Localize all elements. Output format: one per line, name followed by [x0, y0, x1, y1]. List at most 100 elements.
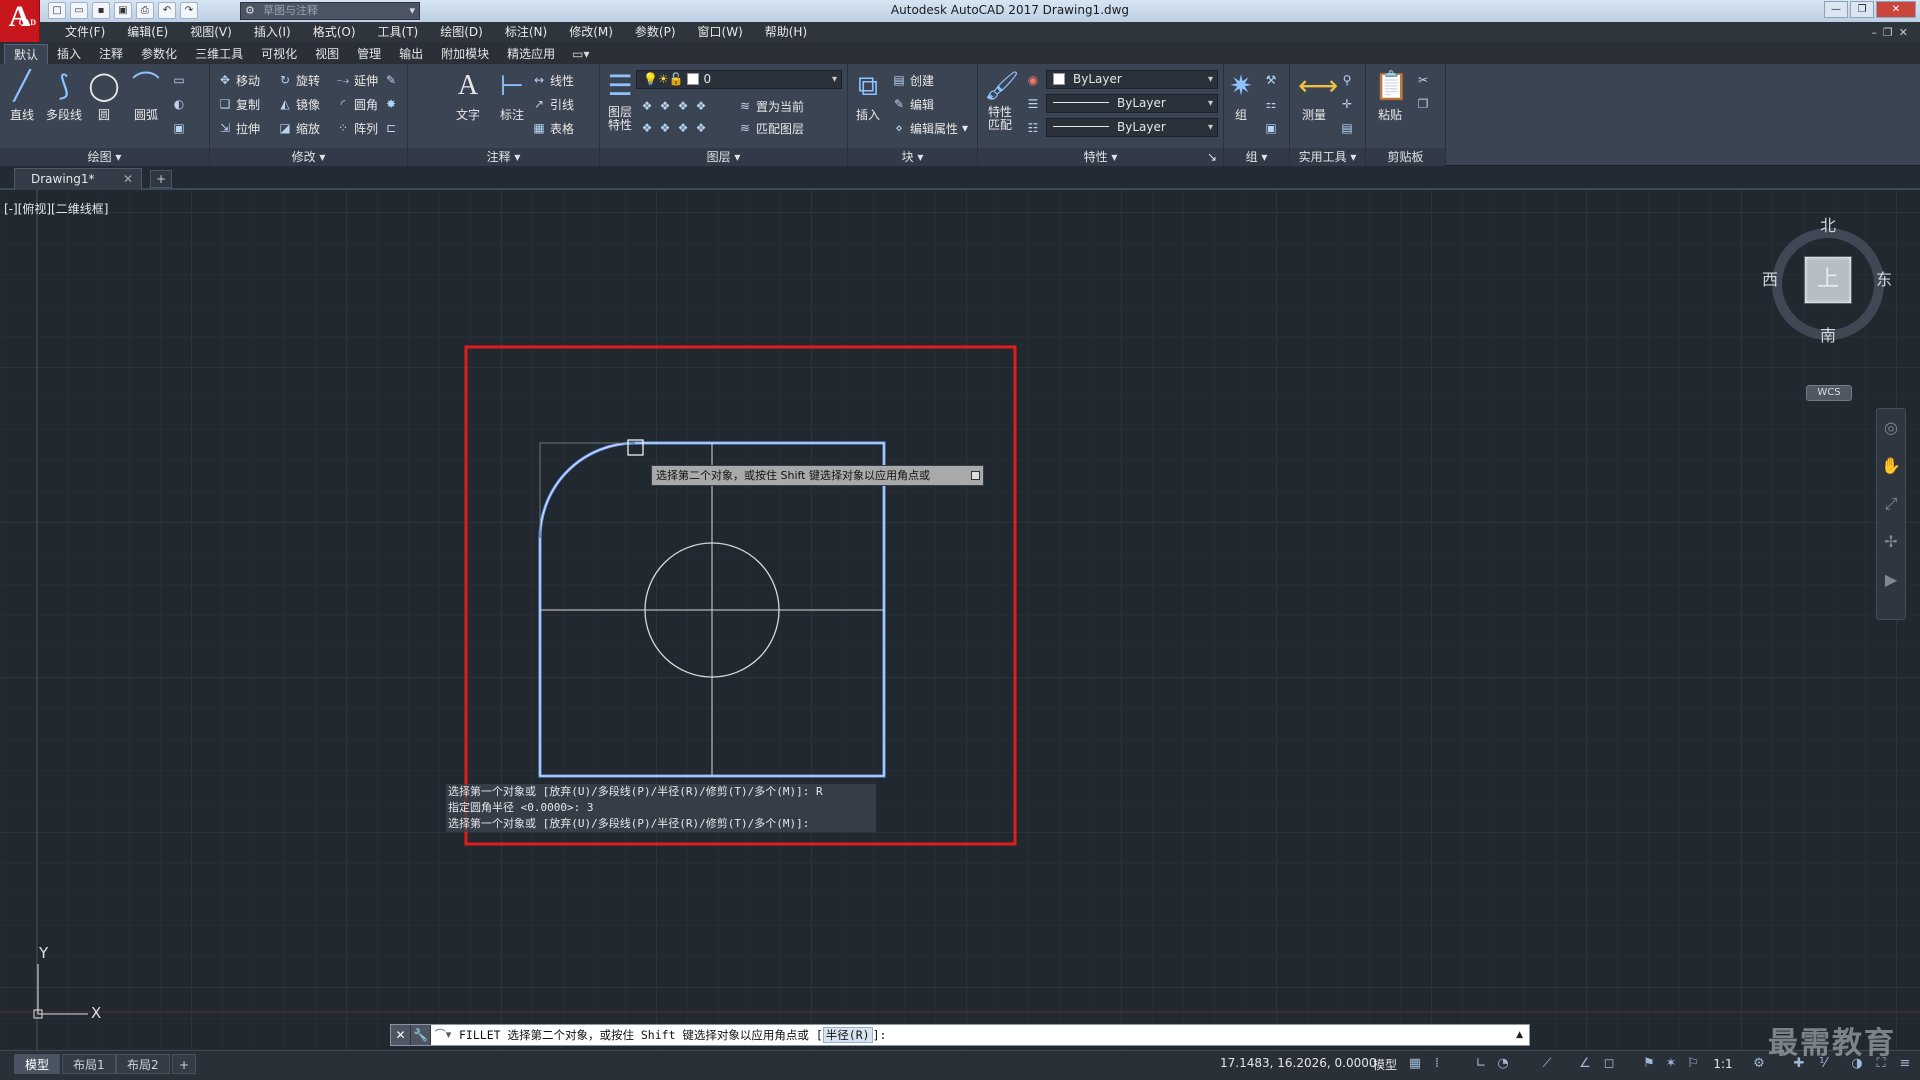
drawing-geometry[interactable]: [0, 190, 1920, 1050]
create-block-button[interactable]: ▤ 创建: [892, 70, 934, 90]
layout-tab-layout2[interactable]: 布局2: [116, 1054, 170, 1074]
ortho-icon[interactable]: ∟: [1472, 1054, 1490, 1074]
layer-tools-row1[interactable]: ❖ ❖ ❖ ❖: [640, 96, 708, 116]
tooltip-options-icon[interactable]: [971, 471, 980, 480]
steering-wheel-icon[interactable]: ◎: [1877, 409, 1905, 447]
stretch-button[interactable]: ⇲ 拉伸: [218, 118, 260, 138]
compass-west[interactable]: 西: [1762, 266, 1778, 290]
annotation-scale-value[interactable]: 1:1: [1708, 1054, 1738, 1074]
panel-annotation-title[interactable]: 注释 ▾: [408, 148, 599, 166]
menu-format[interactable]: 格式(O): [302, 22, 367, 42]
customization-menu-icon[interactable]: ≡: [1896, 1054, 1914, 1074]
menu-parametric[interactable]: 参数(P): [624, 22, 687, 42]
coordinates-display[interactable]: 17.1483, 16.2026, 0.0000: [1220, 1056, 1377, 1070]
lineweight-dropdown[interactable]: ByLayer: [1046, 118, 1218, 137]
properties-launcher-icon[interactable]: ↘: [1207, 148, 1217, 166]
circle-button[interactable]: ◯ 圆: [84, 68, 124, 123]
customize-wrench-icon[interactable]: 🔧: [411, 1025, 431, 1045]
menu-window[interactable]: 窗口(W): [687, 22, 754, 42]
set-current-button[interactable]: ≋ 置为当前: [738, 96, 804, 116]
close-command-line-icon[interactable]: ✕: [391, 1025, 411, 1045]
menu-file[interactable]: 文件(F): [54, 22, 116, 42]
match-properties-button[interactable]: 🖌 特性 匹配: [982, 68, 1020, 132]
tab-insert[interactable]: 插入: [48, 44, 90, 64]
wcs-menu[interactable]: WCS: [1806, 385, 1852, 401]
auto-scale-icon[interactable]: ✶: [1662, 1054, 1680, 1074]
rotate-button[interactable]: ↻ 旋转: [278, 70, 320, 90]
layer-dropdown[interactable]: 💡☀🔓 0: [636, 70, 842, 89]
panel-layers-title[interactable]: 图层 ▾: [600, 148, 847, 166]
object-snap-tracking-icon[interactable]: ∠: [1576, 1054, 1594, 1074]
calculator-button[interactable]: ▤: [1340, 118, 1354, 138]
annotation-scale-icon[interactable]: ⚐: [1684, 1054, 1702, 1074]
edit-block-button[interactable]: ✎ 编辑: [892, 94, 934, 114]
quick-select-button[interactable]: ⚲: [1340, 70, 1354, 90]
layer-properties-button[interactable]: ☰ 图层 特性: [600, 68, 640, 132]
tab-3d-tools[interactable]: 三维工具: [186, 44, 252, 64]
radius-option[interactable]: 半径(R): [822, 1027, 873, 1043]
viewport-controls[interactable]: [-][俯视][二维线框]: [4, 200, 108, 217]
erase-button[interactable]: ✎: [384, 70, 398, 90]
menu-view[interactable]: 视图(V): [179, 22, 243, 42]
tab-annotate[interactable]: 注释: [90, 44, 132, 64]
application-menu-button[interactable]: A CAD: [0, 0, 40, 42]
boundary-button[interactable]: ▣: [172, 118, 186, 138]
minimize-icon[interactable]: —: [1824, 1, 1848, 18]
group-button[interactable]: ✷ 组: [1226, 68, 1256, 123]
linetype-dropdown[interactable]: ByLayer: [1046, 94, 1218, 113]
panel-utilities-title[interactable]: 实用工具 ▾: [1290, 148, 1365, 166]
linetype-icon-btn[interactable]: ☰: [1026, 94, 1040, 114]
array-button[interactable]: ⁘ 阵列: [336, 118, 378, 138]
orbit-icon[interactable]: ✢: [1877, 523, 1905, 561]
menu-dimension[interactable]: 标注(N): [494, 22, 558, 42]
offset-button[interactable]: ⊏: [384, 118, 398, 138]
tab-parametric[interactable]: 参数化: [132, 44, 186, 64]
group-select-button[interactable]: ▣: [1264, 118, 1278, 138]
command-line[interactable]: ✕ 🔧 ⌒▾ FILLET 选择第二个对象，或按住 Shift 键选择对象以应用…: [390, 1024, 1530, 1046]
copy-button[interactable]: ❏ 复制: [218, 94, 260, 114]
new-tab-button[interactable]: +: [150, 170, 172, 188]
linear-button[interactable]: ↔ 线性: [532, 70, 574, 90]
menu-edit[interactable]: 编辑(E): [116, 22, 179, 42]
model-space-button[interactable]: 模型: [1373, 1056, 1397, 1073]
cut-button[interactable]: ✂: [1416, 70, 1430, 90]
restore-icon[interactable]: ❐: [1850, 1, 1874, 18]
layer-tools-row2[interactable]: ❖ ❖ ❖ ❖: [640, 118, 708, 138]
dimension-button[interactable]: ⊢ 标注: [492, 68, 532, 123]
viewcube-top-face[interactable]: 上: [1804, 256, 1852, 304]
measure-button[interactable]: ⟷ 测量: [1294, 68, 1338, 123]
copy-clip-button[interactable]: ❐: [1416, 94, 1430, 114]
compass-south[interactable]: 南: [1820, 322, 1836, 346]
grid-icon[interactable]: ▦: [1406, 1054, 1424, 1074]
mirror-button[interactable]: ◭ 镜像: [278, 94, 320, 114]
leader-button[interactable]: ↗ 引线: [532, 94, 574, 114]
line-button[interactable]: ╱ 直线: [2, 68, 42, 123]
menu-draw[interactable]: 绘图(D): [429, 22, 494, 42]
scale-button[interactable]: ◪ 缩放: [278, 118, 320, 138]
point-id-button[interactable]: ✛: [1340, 94, 1354, 114]
tab-manage[interactable]: 管理: [348, 44, 390, 64]
insert-block-button[interactable]: ⧉ 插入: [848, 68, 888, 123]
workspace-gear-icon[interactable]: ⚙: [1750, 1054, 1768, 1074]
paste-button[interactable]: 📋 粘贴: [1370, 68, 1410, 123]
annotation-visibility-icon[interactable]: ⚑: [1640, 1054, 1658, 1074]
text-button[interactable]: A 文字: [448, 68, 488, 123]
move-button[interactable]: ✥ 移动: [218, 70, 260, 90]
close-tab-icon[interactable]: ✕: [123, 169, 133, 189]
menu-tools[interactable]: 工具(T): [367, 22, 430, 42]
drawing-canvas[interactable]: [-][俯视][二维线框] 上 北 南 东 西 WCS ◎ ✋ ⤢ ✢ ▶ 选择…: [0, 190, 1920, 1050]
layout-tab-model[interactable]: 模型: [14, 1054, 61, 1074]
extend-button[interactable]: ⤍ 延伸: [336, 70, 378, 90]
fillet-button[interactable]: ◜ 圆角: [336, 94, 378, 114]
table-button[interactable]: ▦ 表格: [532, 118, 574, 138]
lineweight-icon-btn[interactable]: ☷: [1026, 118, 1040, 138]
add-layout-button[interactable]: +: [172, 1054, 197, 1074]
tab-output[interactable]: 输出: [390, 44, 432, 64]
ungroup-button[interactable]: ⚒: [1264, 70, 1278, 90]
isodraft-icon[interactable]: ⟋: [1538, 1054, 1556, 1074]
tab-visualize[interactable]: 可视化: [252, 44, 306, 64]
polar-icon[interactable]: ◔: [1494, 1054, 1512, 1074]
close-icon[interactable]: ✕: [1876, 1, 1916, 18]
compass-east[interactable]: 东: [1876, 266, 1892, 290]
document-window-controls[interactable]: –❐✕: [1871, 26, 1920, 39]
